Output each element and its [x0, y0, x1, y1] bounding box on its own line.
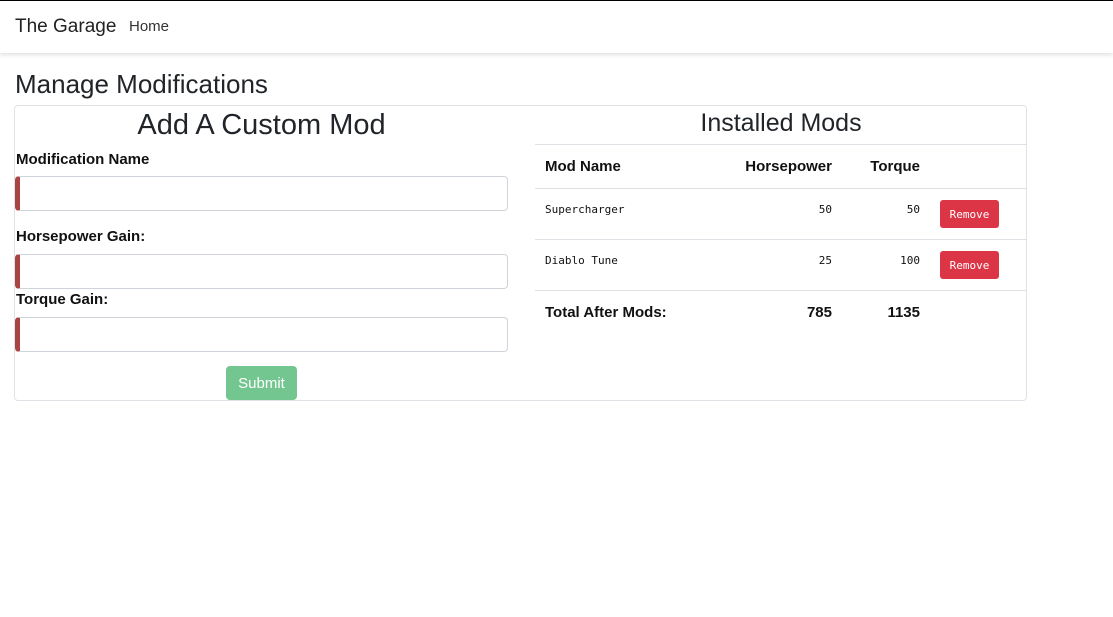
nav-link-home[interactable]: Home: [129, 17, 169, 37]
installed-mods-table: Mod Name Horsepower Torque Supercharger …: [535, 144, 1027, 335]
brand-link[interactable]: The Garage: [15, 16, 116, 38]
form-title: Add A Custom Mod: [137, 109, 386, 141]
torque-gain-input[interactable]: [15, 317, 508, 352]
table-row: Supercharger 50 50 Remove: [535, 188, 1027, 240]
mod-torque: 100: [900, 253, 920, 267]
table-header-row: Mod Name Horsepower Torque: [535, 144, 1027, 189]
mod-name-cell: Supercharger: [535, 188, 735, 240]
table-row: Diablo Tune 25 100 Remove: [535, 239, 1027, 291]
remove-button[interactable]: Remove: [940, 200, 999, 228]
remove-button[interactable]: Remove: [940, 251, 999, 279]
mod-horsepower: 25: [818, 253, 832, 267]
mod-horsepower: 50: [818, 202, 832, 216]
mod-torque: 50: [906, 202, 920, 216]
column-header-horsepower: Horsepower: [735, 144, 842, 189]
totals-empty-cell: [930, 290, 1027, 335]
total-horsepower: 785: [735, 290, 842, 335]
mod-name: Supercharger: [545, 202, 625, 216]
column-header-mod-name: Mod Name: [535, 144, 735, 189]
modification-name-label: Modification Name: [16, 151, 150, 168]
mod-name-cell: Diablo Tune: [535, 239, 735, 291]
horsepower-gain-label: Horsepower Gain:: [16, 228, 146, 245]
column-header-actions: [930, 144, 1027, 189]
navbar: The Garage Home: [0, 0, 1113, 53]
torque-gain-label: Torque Gain:: [16, 291, 109, 308]
submit-button[interactable]: Submit: [226, 366, 297, 400]
action-cell: Remove: [930, 239, 1027, 291]
torque-cell: 50: [842, 188, 930, 240]
torque-cell: 100: [842, 239, 930, 291]
horsepower-gain-input[interactable]: [15, 254, 508, 289]
totals-label: Total After Mods:: [535, 290, 735, 335]
column-header-torque: Torque: [842, 144, 930, 189]
horsepower-cell: 50: [735, 188, 842, 240]
mods-card: Add A Custom Mod Modification Name Horse…: [14, 105, 1027, 401]
totals-row: Total After Mods: 785 1135: [535, 290, 1027, 335]
total-torque: 1135: [842, 290, 930, 335]
modification-name-input[interactable]: [15, 176, 508, 211]
installed-mods-title: Installed Mods: [700, 109, 862, 137]
action-cell: Remove: [930, 188, 1027, 240]
page-title: Manage Modifications: [15, 69, 268, 99]
mod-name: Diablo Tune: [545, 253, 618, 267]
horsepower-cell: 25: [735, 239, 842, 291]
